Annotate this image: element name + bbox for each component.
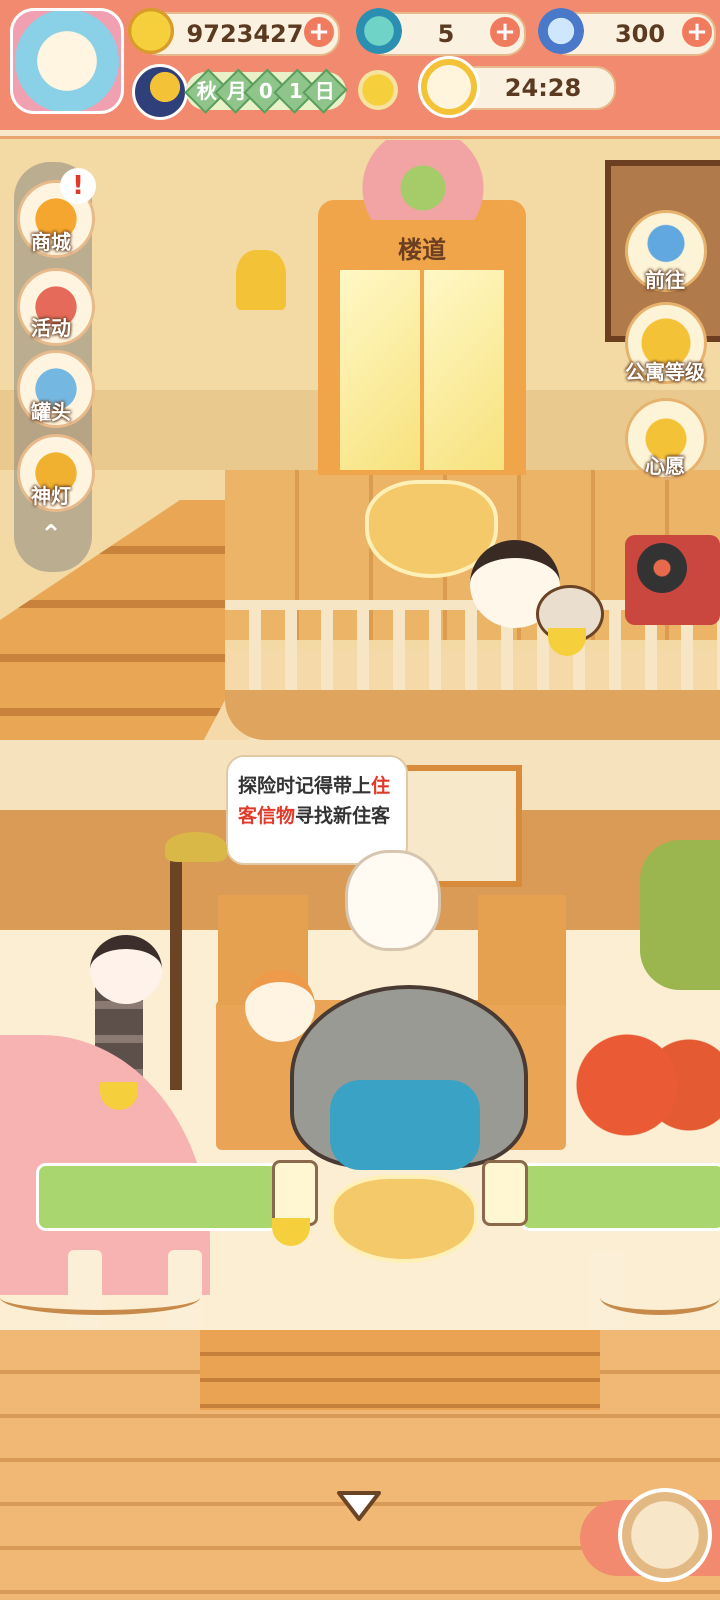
chair-right — [478, 895, 566, 1005]
flower-hedge-right — [520, 1163, 720, 1231]
door-sign: 楼道 — [398, 236, 446, 264]
front-steps — [200, 1330, 600, 1410]
wall-lamp — [236, 250, 286, 310]
red-maple-plant — [565, 1020, 720, 1150]
flower-crown-decoration — [348, 140, 498, 220]
banana-icon — [128, 8, 174, 54]
add-flame-button[interactable]: + — [490, 17, 520, 47]
moon-clock-icon — [132, 64, 188, 120]
speech-text-part1: 探险时记得带上 — [238, 775, 372, 797]
crowned-cat-character[interactable] — [90, 935, 162, 1004]
banana-count: 9723427 — [186, 20, 304, 48]
lamp-label[interactable]: 神灯 — [6, 480, 96, 509]
player-avatar[interactable] — [10, 8, 124, 114]
rope-barrier — [0, 1280, 200, 1315]
can-label[interactable]: 罐头 — [6, 396, 96, 425]
green-armchair — [640, 840, 720, 990]
sleeping-cat-icon[interactable] — [418, 56, 480, 118]
elevator-door[interactable]: 楼道 — [318, 140, 526, 475]
collapse-menu-chevron-up-icon[interactable]: ⌃ — [36, 520, 66, 550]
wish-label[interactable]: 心愿 — [620, 450, 710, 479]
record-player-furniture[interactable] — [625, 535, 720, 625]
vinyl-record-icon — [637, 543, 687, 593]
straw-hat-icon — [165, 832, 227, 862]
chevron-down-icon[interactable] — [334, 1485, 384, 1525]
shop-label[interactable]: 商城 — [6, 226, 96, 255]
yarn-ball-icon[interactable] — [618, 1488, 712, 1582]
blue-flame-icon — [356, 8, 402, 54]
shop-alert-badge: ! — [60, 168, 96, 204]
rope-barrier-right — [600, 1280, 720, 1315]
flower-hedge-left — [36, 1163, 280, 1231]
blue-scarf — [330, 1080, 480, 1170]
gem-banana-count: 300 — [614, 20, 666, 48]
lantern-right — [482, 1160, 528, 1226]
flame-count: 5 — [437, 20, 455, 48]
coat-rack — [170, 850, 182, 1090]
speech-text-part2: 寻找新住客 — [295, 805, 391, 827]
goto-label[interactable]: 前往 — [620, 264, 710, 293]
balcony-base — [225, 690, 720, 740]
door-panel-right — [424, 270, 504, 470]
event-label[interactable]: 活动 — [6, 312, 96, 341]
door-panel-left — [340, 270, 420, 470]
cat-bed-lower[interactable] — [330, 1175, 478, 1263]
gem-banana-icon — [538, 8, 584, 54]
white-cat-receptionist[interactable] — [345, 850, 441, 951]
add-gem-banana-button[interactable]: + — [682, 17, 712, 47]
lantern-left — [272, 1160, 318, 1226]
add-bananas-button[interactable]: + — [304, 17, 334, 47]
sun-weather-icon — [358, 70, 398, 110]
calendar-date: 秋 月 0 1 日 — [184, 68, 348, 114]
timer-text: 24:28 — [504, 74, 582, 102]
npc-speech-bubble: 探险时记得带上住客信物寻找新住客 — [226, 755, 408, 865]
apartment-level-label[interactable]: 公寓等级 — [600, 356, 720, 385]
